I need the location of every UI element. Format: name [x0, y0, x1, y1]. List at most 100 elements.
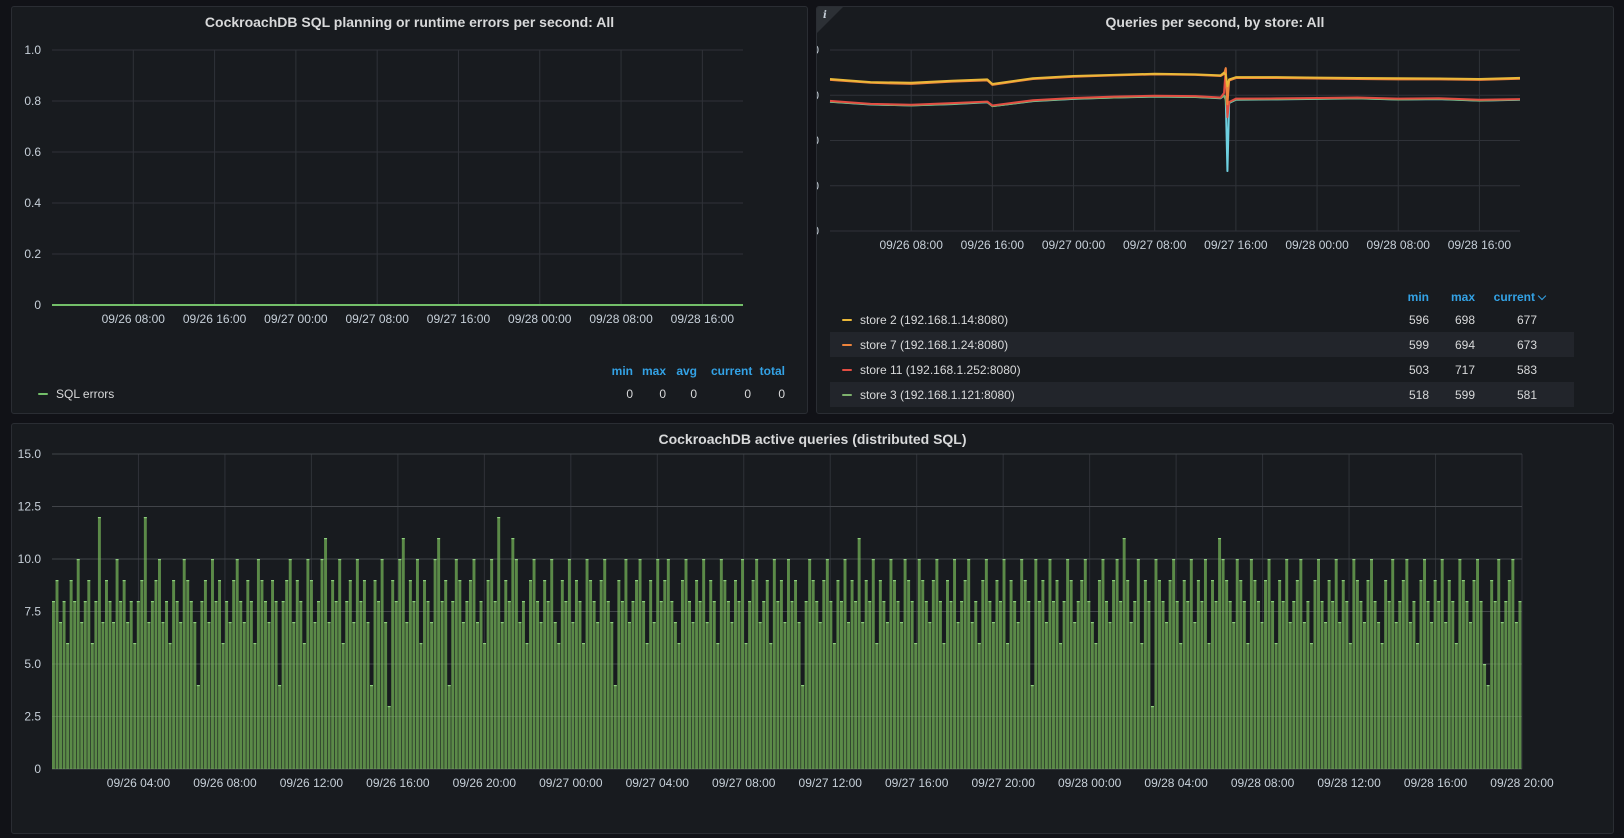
bar[interactable] [599, 580, 603, 769]
bar[interactable] [571, 622, 575, 769]
bar[interactable] [974, 601, 978, 769]
bar[interactable] [695, 580, 699, 769]
bar[interactable] [748, 601, 752, 769]
bar[interactable] [956, 622, 960, 769]
bar[interactable] [596, 622, 600, 769]
bar[interactable] [334, 601, 338, 769]
bar[interactable] [1044, 622, 1048, 769]
bar[interactable] [878, 580, 882, 769]
bar[interactable] [1292, 601, 1296, 769]
legend-header-min[interactable]: min [1389, 290, 1429, 304]
bar[interactable] [836, 580, 840, 769]
legend-label[interactable]: store 2 (192.168.1.14:8080) [860, 313, 1008, 327]
bar[interactable] [557, 643, 561, 769]
bar[interactable] [794, 580, 798, 769]
bar[interactable] [1094, 643, 1098, 769]
bar[interactable] [1232, 622, 1236, 769]
bar[interactable] [1355, 580, 1359, 769]
sort-caret-icon[interactable] [1537, 291, 1547, 301]
bar[interactable] [1112, 580, 1116, 769]
bar[interactable] [896, 601, 900, 769]
bar[interactable] [553, 622, 557, 769]
bar[interactable] [1059, 643, 1063, 769]
bar[interactable] [1147, 601, 1151, 769]
bar[interactable] [94, 601, 98, 769]
bar[interactable] [1239, 580, 1243, 769]
bar[interactable] [790, 601, 794, 769]
bar[interactable] [267, 622, 271, 769]
bar[interactable] [1465, 601, 1469, 769]
bar[interactable] [1348, 643, 1352, 769]
bar[interactable] [292, 622, 296, 769]
bar[interactable] [882, 601, 886, 769]
bar[interactable] [1087, 601, 1091, 769]
bar[interactable] [1341, 580, 1345, 769]
bar[interactable] [1500, 622, 1504, 769]
bar[interactable] [938, 601, 942, 769]
sql-errors-chart[interactable]: 0 0.2 0.4 0.6 0.8 1.0 09/26 08:00 09/26 16:00 09… [12, 7, 808, 414]
bar[interactable] [801, 685, 805, 769]
bar[interactable] [486, 580, 490, 769]
bar[interactable] [670, 601, 674, 769]
bar[interactable] [136, 601, 140, 769]
bar[interactable] [991, 622, 995, 769]
bar[interactable] [175, 601, 179, 769]
bar[interactable] [592, 601, 596, 769]
bar[interactable] [924, 601, 928, 769]
bar[interactable] [946, 580, 949, 769]
bar[interactable] [910, 601, 914, 769]
legend-row[interactable]: store 2 (192.168.1.14:8080) 596 698 677 [830, 307, 1574, 332]
active-queries-chart[interactable]: 0 2.5 5.0 7.5 10.0 12.5 15.0 09/26 04:00 09/26 0… [12, 424, 1614, 834]
bar[interactable] [574, 580, 578, 769]
bar[interactable] [1129, 622, 1133, 769]
bar[interactable] [758, 622, 762, 769]
bar[interactable] [620, 601, 624, 769]
legend-color-swatch[interactable] [842, 369, 852, 371]
bar[interactable] [451, 601, 455, 769]
bar[interactable] [302, 643, 306, 769]
bar[interactable] [345, 601, 349, 769]
bar[interactable] [1366, 580, 1370, 769]
bar[interactable] [1288, 622, 1292, 769]
bar[interactable] [165, 601, 169, 769]
bar[interactable] [617, 580, 621, 769]
bar[interactable] [1426, 601, 1430, 769]
bar[interactable] [1320, 601, 1324, 769]
legend-row[interactable]: store 7 (192.168.1.24:8080) 599 694 673 [830, 332, 1574, 357]
bar[interactable] [239, 601, 243, 769]
bar[interactable] [613, 685, 617, 769]
bar[interactable] [885, 622, 889, 769]
bar[interactable] [412, 601, 416, 769]
legend-label[interactable]: SQL errors [56, 387, 114, 401]
bar[interactable] [394, 601, 398, 769]
bar[interactable] [1140, 643, 1144, 769]
bar[interactable] [1013, 601, 1017, 769]
bar[interactable] [370, 685, 373, 769]
bar[interactable] [1158, 580, 1161, 769]
bar[interactable] [119, 601, 123, 769]
bar[interactable] [1518, 601, 1522, 769]
bar[interactable] [589, 580, 593, 769]
bar[interactable] [1507, 580, 1511, 769]
bar[interactable] [663, 580, 667, 769]
bar[interactable] [483, 643, 487, 769]
legend-color-swatch[interactable] [842, 344, 852, 346]
bar[interactable] [203, 580, 207, 769]
legend-header-max[interactable]: max [1435, 290, 1475, 304]
bar[interactable] [1228, 601, 1232, 769]
bar[interactable] [1179, 643, 1183, 769]
bar[interactable] [691, 622, 695, 769]
bar[interactable] [1271, 601, 1275, 769]
bar[interactable] [1256, 601, 1260, 769]
bar[interactable] [377, 601, 381, 769]
bar[interactable] [281, 601, 285, 769]
bar[interactable] [62, 601, 66, 769]
bar[interactable] [143, 517, 147, 769]
bar[interactable] [189, 601, 193, 769]
bar[interactable] [1454, 643, 1458, 769]
bar[interactable] [507, 601, 511, 769]
bar[interactable] [87, 580, 91, 769]
bar[interactable] [1143, 580, 1147, 769]
legend-header-avg[interactable]: avg [657, 364, 697, 378]
bar[interactable] [108, 601, 112, 769]
